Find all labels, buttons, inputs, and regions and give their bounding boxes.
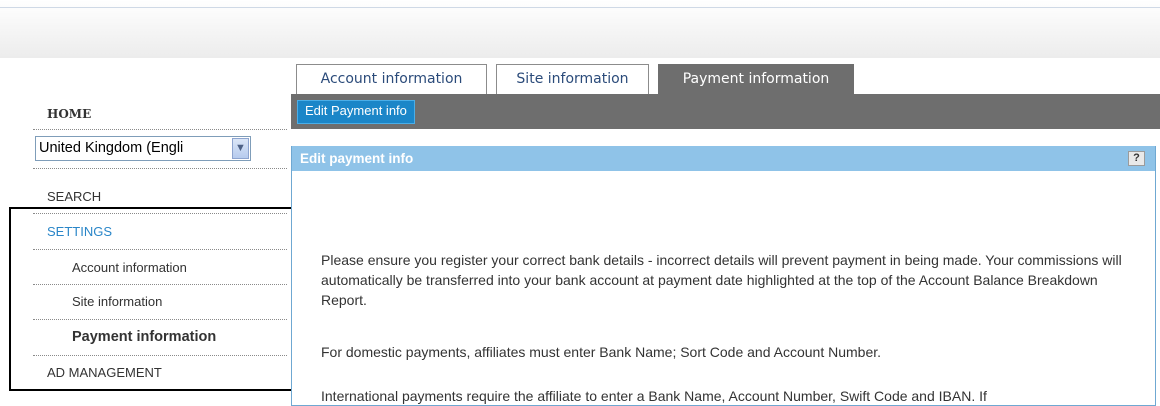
sidebar-item-account-information[interactable]: Account information xyxy=(33,250,287,285)
sidebar-item-ad-management[interactable]: AD MANAGEMENT xyxy=(33,355,287,390)
top-banner xyxy=(0,0,1160,58)
tab-payment-information[interactable]: Payment information xyxy=(658,64,854,95)
sidebar-item-settings[interactable]: SETTINGS xyxy=(33,214,287,249)
help-icon[interactable]: ? xyxy=(1128,151,1145,166)
tab-site-information[interactable]: Site information xyxy=(496,64,649,94)
edit-payment-panel: Edit payment info ? Please ensure you re… xyxy=(291,146,1156,406)
sidebar-home[interactable]: HOME xyxy=(33,92,287,130)
country-select-value: United Kingdom (Engli xyxy=(39,140,184,156)
payment-instructions-paragraph: Please ensure you register your correct … xyxy=(321,252,1122,308)
toolbar: Edit Payment info xyxy=(291,94,1160,129)
sidebar-item-site-information[interactable]: Site information xyxy=(33,284,287,319)
edit-payment-info-button[interactable]: Edit Payment info xyxy=(297,100,415,124)
international-payments-paragraph: International payments require the affil… xyxy=(321,388,987,404)
sidebar-item-search[interactable]: SEARCH xyxy=(33,179,287,214)
panel-header: Edit payment info ? xyxy=(292,146,1155,171)
top-divider xyxy=(0,7,1160,8)
divider xyxy=(33,168,287,169)
divider xyxy=(33,390,287,391)
country-select[interactable]: United Kingdom (Engli ▼ xyxy=(35,136,251,161)
sidebar-item-payment-information[interactable]: Payment information xyxy=(33,320,287,355)
panel-title: Edit payment info xyxy=(300,151,414,166)
chevron-down-icon[interactable]: ▼ xyxy=(232,138,249,159)
tab-account-information[interactable]: Account information xyxy=(296,64,487,94)
domestic-payments-paragraph: For domestic payments, affiliates must e… xyxy=(321,344,882,360)
